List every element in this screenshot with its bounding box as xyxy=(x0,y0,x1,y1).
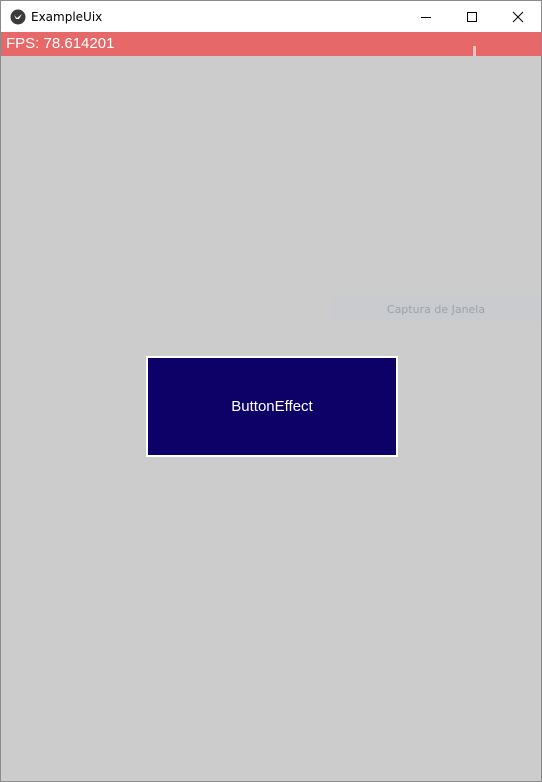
window-title: ExampleUix xyxy=(31,9,103,24)
maximize-button[interactable] xyxy=(449,1,495,32)
window-controls xyxy=(403,1,541,32)
app-window: ExampleUix FPS: 78.614201 Captura de Jan… xyxy=(0,0,542,782)
minimize-button[interactable] xyxy=(403,1,449,32)
fps-graph-marker xyxy=(473,46,476,56)
fps-bar: FPS: 78.614201 xyxy=(1,32,541,56)
button-effect[interactable]: ButtonEffect xyxy=(146,356,398,457)
minimize-icon xyxy=(421,16,431,18)
kivy-icon xyxy=(10,9,26,25)
close-icon xyxy=(512,11,524,22)
close-button[interactable] xyxy=(495,1,541,32)
title-bar[interactable]: ExampleUix xyxy=(1,1,541,32)
maximize-icon xyxy=(467,11,477,22)
window-capture-label: Captura de Janela xyxy=(331,298,541,321)
window-capture-text: Captura de Janela xyxy=(386,303,486,316)
fps-counter: FPS: 78.614201 xyxy=(6,35,115,52)
button-effect-label: ButtonEffect xyxy=(231,398,313,415)
